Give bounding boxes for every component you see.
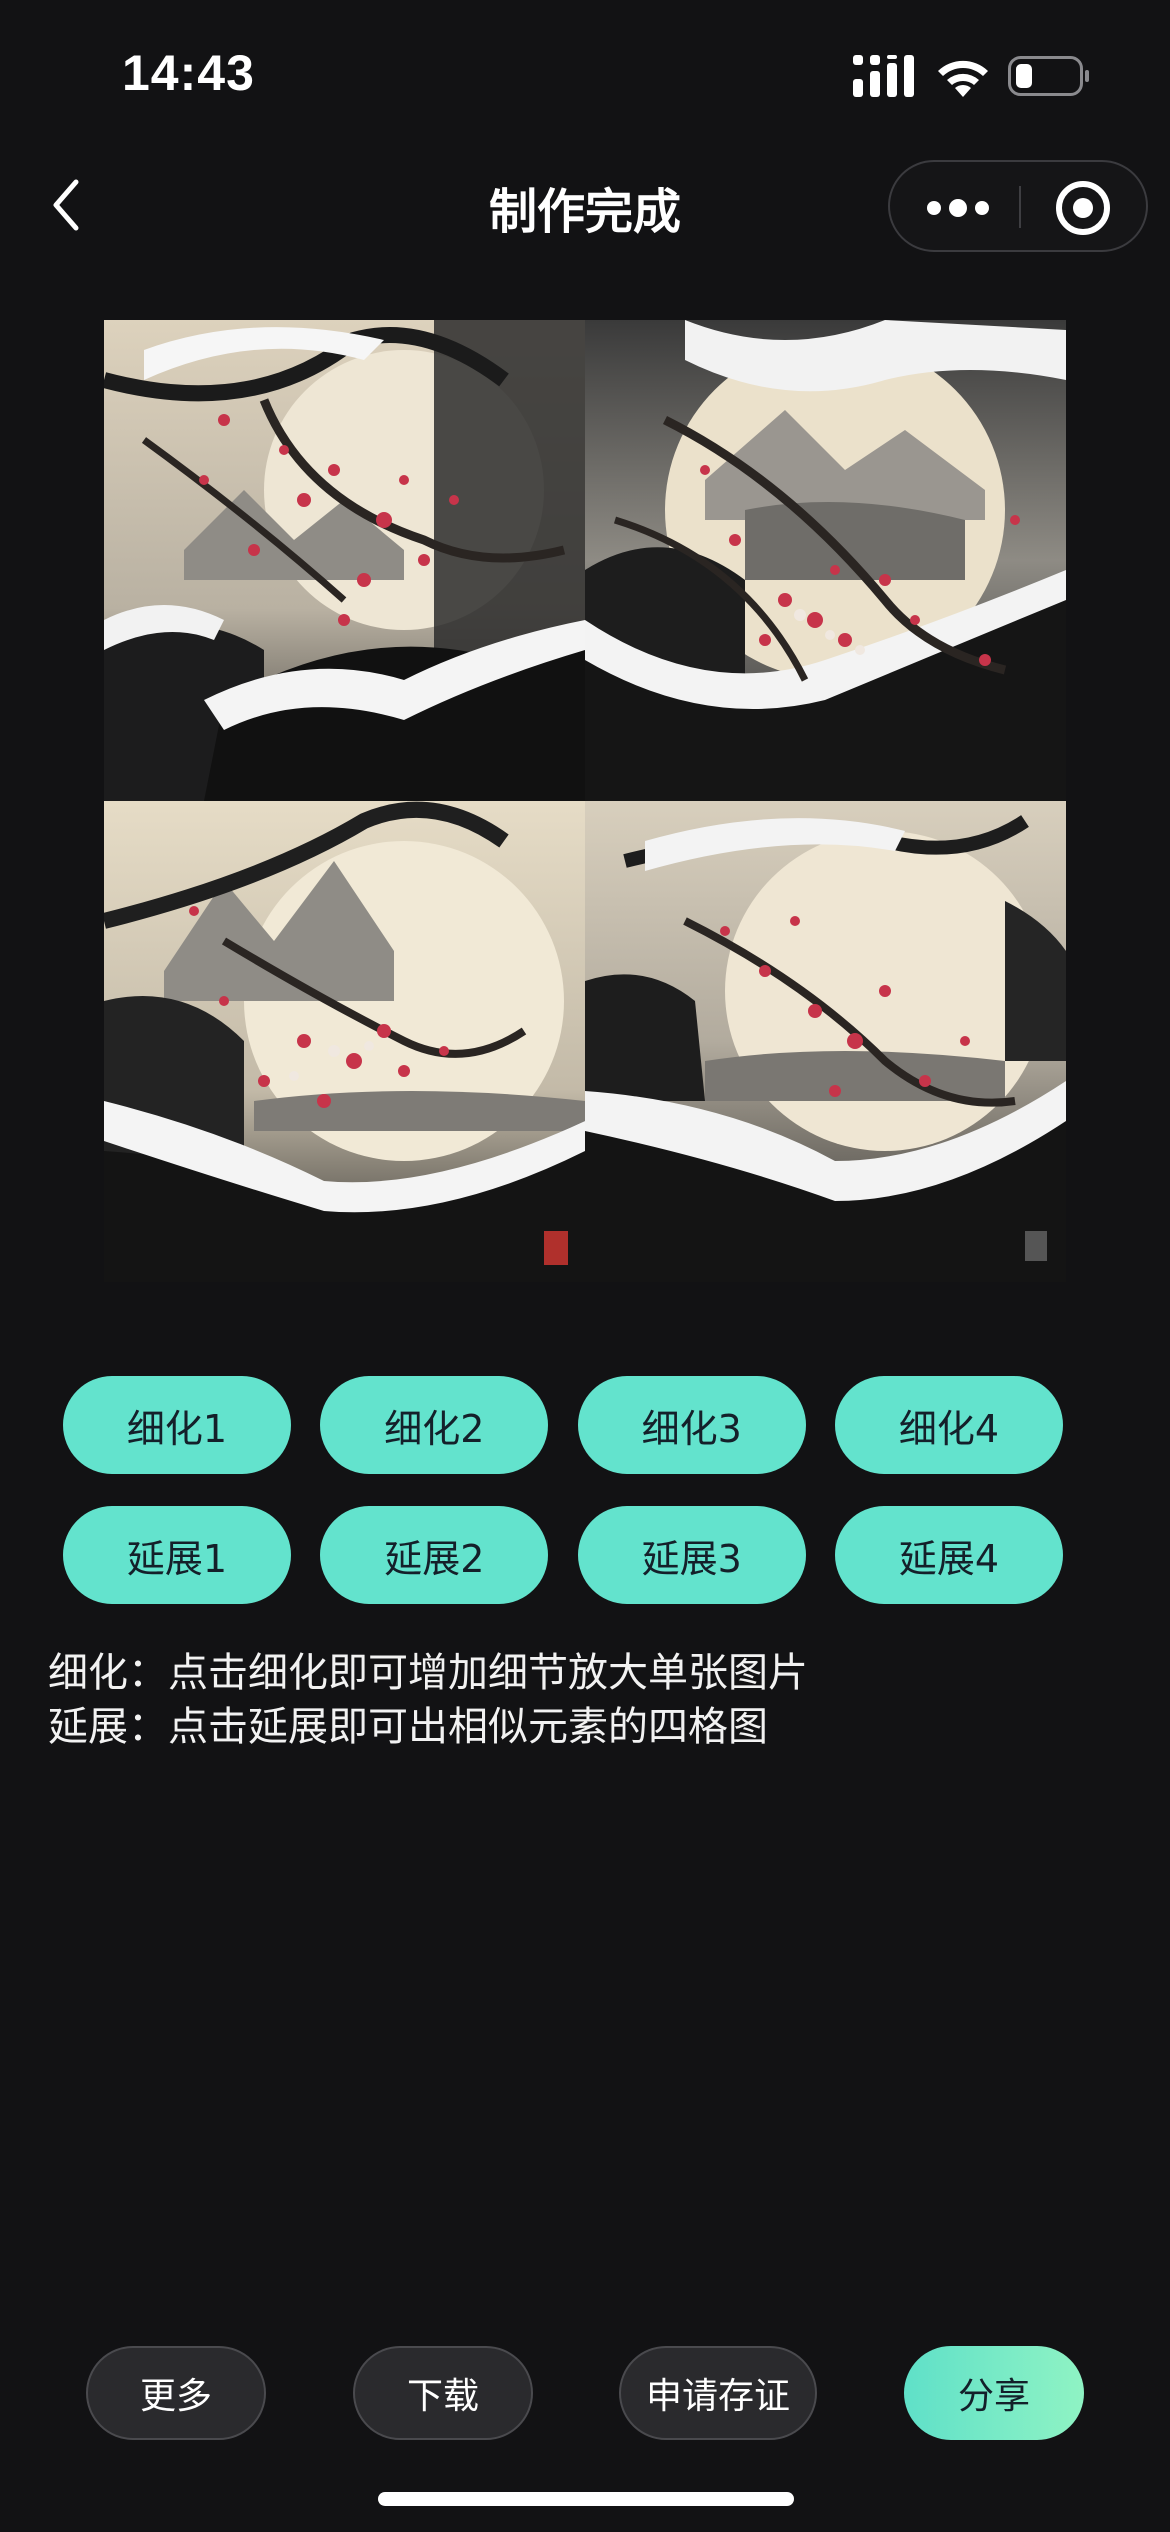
extend-button-1[interactable]: 延展1 — [63, 1506, 291, 1604]
extend-button-3[interactable]: 延展3 — [577, 1506, 806, 1604]
refine-button-row: 细化1 细化2 细化3 细化4 — [63, 1376, 1063, 1474]
status-time: 14:43 — [122, 45, 255, 101]
extend-button-row: 延展1 延展2 延展3 延展4 — [63, 1506, 1063, 1604]
download-button[interactable]: 下载 — [353, 2346, 533, 2440]
result-image-1[interactable] — [104, 320, 585, 801]
mini-program-capsule — [888, 160, 1148, 252]
extend-description: 延展：点击延展即可出相似元素的四格图 — [48, 1704, 768, 1750]
home-indicator — [378, 2492, 794, 2506]
battery-icon — [1008, 56, 1089, 96]
result-image-3[interactable] — [104, 801, 585, 1282]
refine-button-2[interactable]: 细化2 — [320, 1376, 549, 1474]
refine-button-3[interactable]: 细化3 — [577, 1376, 806, 1474]
close-target-icon[interactable] — [1021, 162, 1148, 250]
refine-button-4[interactable]: 细化4 — [834, 1376, 1063, 1474]
share-button[interactable]: 分享 — [904, 2346, 1084, 2440]
extend-button-2[interactable]: 延展2 — [320, 1506, 549, 1604]
instructions-text: 细化：点击细化即可增加细节放大单张图片 延展：点击延展即可出相似元素的四格图 — [48, 1646, 808, 1754]
certify-button[interactable]: 申请存证 — [619, 2346, 817, 2440]
more-button[interactable]: 更多 — [86, 2346, 266, 2440]
result-image-grid — [104, 320, 1066, 1282]
wifi-icon — [938, 60, 988, 97]
more-dots-icon[interactable] — [890, 162, 1019, 250]
status-bar: 14:43 — [0, 0, 1170, 150]
refine-description: 细化：点击细化即可增加细节放大单张图片 — [48, 1650, 808, 1696]
refine-button-1[interactable]: 细化1 — [63, 1376, 291, 1474]
result-image-2[interactable] — [585, 320, 1066, 801]
result-image-4[interactable] — [585, 801, 1066, 1282]
extend-button-4[interactable]: 延展4 — [834, 1506, 1063, 1604]
signal-icon — [853, 55, 914, 97]
